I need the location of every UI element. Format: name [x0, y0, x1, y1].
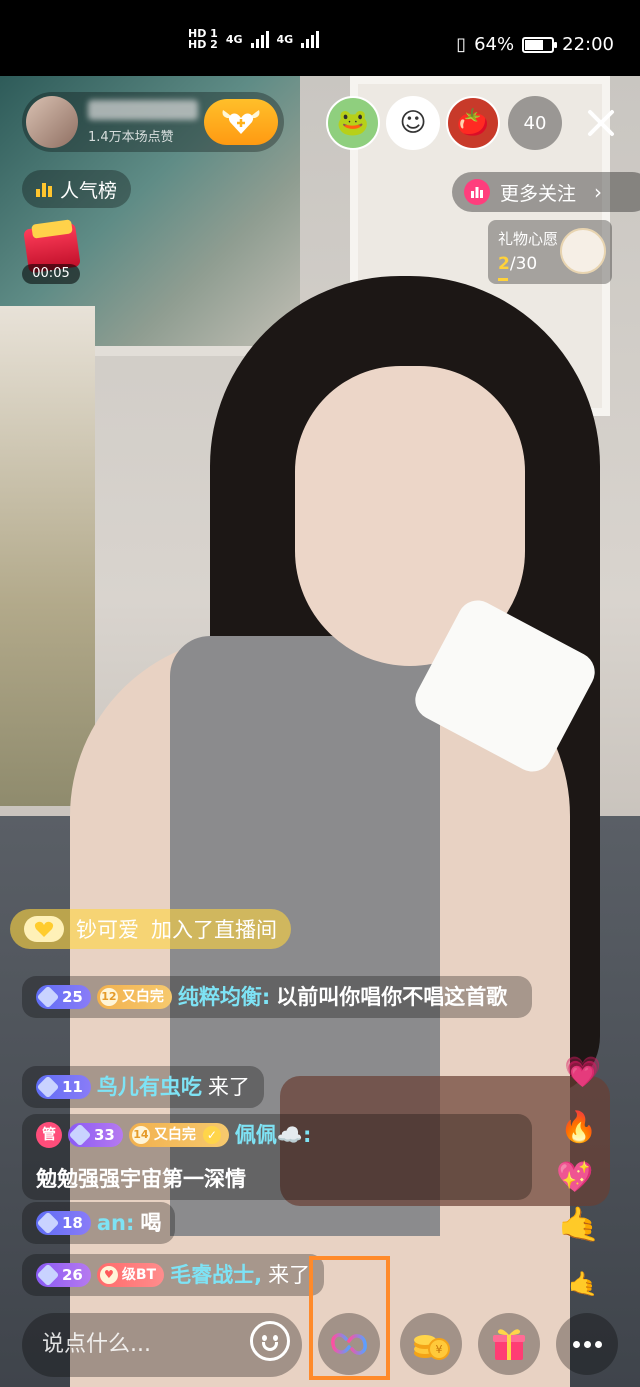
network-type-2: 4G [276, 32, 294, 46]
gift-wish-current: 2 [498, 254, 510, 274]
chat-text: 来了 [207, 1075, 250, 1099]
signal-icon-2 [301, 30, 320, 48]
thumbs-icon: 🤙 [558, 1205, 601, 1245]
hd2-label: HD 2 [188, 38, 218, 51]
viewer-avatar-frog[interactable]: 🐸 [326, 96, 380, 150]
user-level-badge: 18 [36, 1211, 91, 1235]
hd-indicator: HD 1 HD 2 [188, 28, 218, 50]
gift-wish-progress: 2/30 [498, 254, 537, 274]
red-packet-timer: 00:05 [22, 264, 80, 284]
viewer-avatar-tomato[interactable]: 🍅 [446, 96, 500, 150]
red-packet[interactable]: 00:05 [22, 219, 81, 284]
chat-text: 来了 [268, 1263, 311, 1287]
heart-hand-icon: 💖 [556, 1160, 594, 1195]
coins-icon: ¥ [414, 1335, 450, 1360]
chat-message: 管 33 14 又白完 ✓ 佩佩☁️: 勉勉强强宇宙第一深情 [22, 1114, 532, 1200]
status-bar: HD 1 HD 2 4G 4G ▯ 64% 22:00 [0, 0, 640, 76]
chat-message: 26 ♥ 级BT 毛睿战士, 来了 [22, 1254, 325, 1296]
emoji-icon[interactable] [250, 1321, 290, 1361]
chat-message: 18 an: 喝 [22, 1202, 176, 1244]
link-button[interactable] [318, 1313, 380, 1375]
link-icon [331, 1333, 367, 1355]
follow-button[interactable] [204, 99, 278, 145]
svg-text:¥: ¥ [436, 1343, 443, 1356]
anchor-info[interactable]: 1.4万本场点赞 [22, 92, 284, 152]
verified-icon: ✓ [202, 1126, 221, 1144]
popularity-rank[interactable]: 人气榜 [22, 170, 132, 208]
viewer-avatar-cartoon[interactable]: ☺ [386, 96, 440, 150]
signal-icon-1 [250, 30, 269, 48]
battery-percent: 64% [474, 34, 515, 55]
anchor-likes: 1.4万本场点赞 [88, 130, 174, 145]
network-indicators: HD 1 HD 2 4G 4G [188, 28, 320, 50]
chat-username[interactable]: 鸟儿有虫吃 [97, 1068, 202, 1106]
coins-button[interactable]: ¥ [400, 1313, 462, 1375]
admin-badge: 管 [36, 1122, 62, 1148]
chat-username[interactable]: 毛睿战士, [170, 1256, 262, 1294]
user-level-badge: 26 [36, 1263, 91, 1287]
dot-icon [572, 1340, 580, 1348]
gift-wish-bar [498, 278, 508, 281]
background-plant [0, 306, 95, 806]
clock: 22:00 [562, 34, 614, 55]
status-right: ▯ 64% 22:00 [456, 34, 614, 55]
gift-fan-icon [560, 228, 606, 274]
heart-icon: 💗 [564, 1055, 602, 1090]
user-level-badge: 11 [36, 1075, 91, 1099]
anchor-avatar[interactable] [26, 96, 78, 148]
rank-bars-icon [36, 181, 52, 197]
floating-likes: 💗 🔥 💖 🤙 🤙 [556, 1055, 616, 1305]
fan-club-badge: ♥ 级BT [96, 1263, 165, 1287]
network-type-1: 4G [225, 32, 243, 46]
rank-label: 人气榜 [60, 179, 118, 202]
chat-username[interactable]: an: [97, 1204, 135, 1242]
chat-message: 25 12 又白完 纯粹均衡: 以前叫你唱你不唱这首歌 [22, 976, 532, 1018]
more-button[interactable] [556, 1313, 618, 1375]
chat-username[interactable]: 佩佩☁️: [235, 1116, 312, 1154]
fire-icon: 🔥 [560, 1110, 598, 1145]
gift-wish[interactable]: 礼物心愿 2/30 [488, 220, 612, 284]
user-level-badge: 33 [68, 1123, 123, 1147]
user-level-badge: 25 [36, 985, 91, 1009]
heart-icon: ♥ [99, 1266, 118, 1284]
vibrate-icon: ▯ [456, 34, 467, 55]
chat-text: 以前叫你唱你不唱这首歌 [276, 985, 508, 1009]
chevron-right-icon: › [594, 180, 603, 204]
dot-icon [583, 1340, 591, 1348]
fan-club-badge: 14 又白完 ✓ [128, 1123, 229, 1147]
close-icon[interactable] [582, 104, 620, 142]
bottom-bar: 说点什么... ¥ [0, 1308, 640, 1387]
top-viewers: 🐸 ☺ 🍅 [326, 96, 500, 150]
live-bars-icon [464, 179, 490, 205]
gift-icon [493, 1329, 525, 1360]
join-notice: 钞可爱 加入了直播间 [10, 909, 291, 949]
join-user: 钞可爱 [76, 918, 139, 942]
more-follow-button[interactable]: 更多关注 › [452, 172, 640, 212]
gift-wish-total: /30 [509, 254, 538, 274]
more-follow-label: 更多关注 [500, 182, 577, 205]
chat-message: 11 鸟儿有虫吃 来了 [22, 1066, 264, 1108]
chat-text: 喝 [140, 1211, 162, 1235]
winged-heart-icon [222, 110, 260, 134]
gift-button[interactable] [478, 1313, 540, 1375]
gift-wish-title: 礼物心愿 [498, 230, 559, 248]
battery-icon [522, 36, 558, 53]
chat-text: 勉勉强强宇宙第一深情 [36, 1167, 246, 1191]
viewer-count[interactable]: 40 [508, 96, 562, 150]
hand-icon: 🤙 [568, 1270, 598, 1298]
fan-club-badge: 12 又白完 [96, 985, 172, 1009]
chat-username[interactable]: 纯粹均衡: [178, 978, 270, 1016]
join-text: 加入了直播间 [151, 918, 277, 942]
heart-badge-icon [24, 916, 64, 942]
dot-icon [594, 1340, 602, 1348]
anchor-name-redacted [88, 100, 198, 120]
